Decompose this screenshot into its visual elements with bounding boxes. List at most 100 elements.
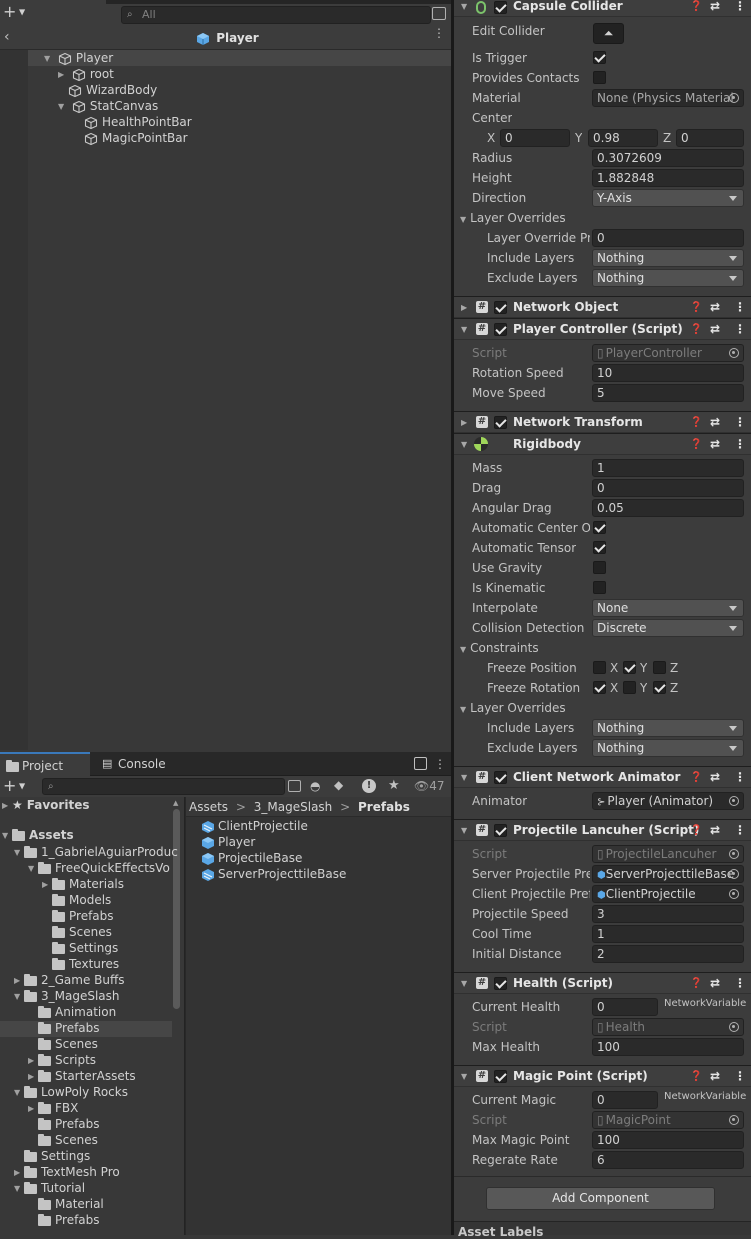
component-header-rigidbody[interactable]: ▼ Rigidbody ❓ ⇄ ⋮ [454, 433, 751, 455]
filter-type-icon[interactable]: ◓ [310, 779, 320, 793]
kebab-menu-icon[interactable]: ⋮ [434, 757, 446, 771]
kebab-menu-icon[interactable]: ⋮ [734, 1066, 746, 1087]
expand-arrow-icon[interactable]: ▶ [461, 412, 467, 433]
star-icon[interactable]: ★ [388, 778, 400, 793]
file-item[interactable]: ServerProjecttileBase [201, 866, 346, 882]
layer-override-priority-field[interactable]: 0 [592, 229, 744, 247]
client-prefab-field[interactable]: ⬢ClientProjectile [592, 885, 744, 903]
preset-icon[interactable]: ⇄ [710, 412, 720, 433]
include-layers-dropdown[interactable]: Nothing [592, 719, 744, 737]
rotation-speed-field[interactable]: 10 [592, 364, 744, 382]
collapse-arrow-icon[interactable]: ▼ [461, 820, 467, 841]
angular-drag-field[interactable]: 0.05 [592, 499, 744, 517]
help-icon[interactable]: ❓ [690, 434, 702, 455]
kebab-menu-icon[interactable]: ⋮ [734, 434, 746, 455]
help-icon[interactable]: ❓ [690, 820, 702, 841]
tree-item[interactable]: Models [52, 892, 111, 908]
expand-arrow-icon[interactable]: ▶ [58, 67, 68, 83]
file-item[interactable]: ProjectileBase [201, 850, 302, 866]
tree-item[interactable]: Animation [38, 1004, 116, 1020]
layer-overrides-foldout[interactable]: ▼ Layer Overrides [460, 210, 566, 226]
object-picker-icon[interactable] [729, 93, 739, 103]
initial-distance-field[interactable]: 2 [592, 945, 744, 963]
preset-icon[interactable]: ⇄ [710, 434, 720, 455]
exclude-layers-dropdown[interactable]: Nothing [592, 269, 744, 287]
back-arrow-icon[interactable]: ‹ [4, 29, 10, 45]
component-header-capsule-collider[interactable]: ▼ Capsule Collider ❓ ⇄ ⋮ [454, 0, 751, 17]
tree-item[interactable]: ▼ Tutorial [14, 1180, 85, 1196]
create-plus-button[interactable]: + ▼ [3, 778, 25, 795]
tree-item-assets[interactable]: ▼ Assets [2, 827, 74, 843]
max-health-field[interactable]: 100 [592, 1038, 744, 1056]
max-magic-point-field[interactable]: 100 [592, 1131, 744, 1149]
tree-item[interactable]: ▼ 1_GabrielAguiarProduc [14, 844, 178, 860]
tree-item[interactable]: Prefabs [52, 908, 114, 924]
label-tag-icon[interactable]: ◆ [334, 778, 343, 792]
help-icon[interactable]: ❓ [690, 767, 702, 788]
hierarchy-item-player[interactable]: ▼ Player [44, 50, 113, 66]
preset-icon[interactable]: ⇄ [710, 319, 720, 340]
cool-time-field[interactable]: 1 [592, 925, 744, 943]
preset-icon[interactable]: ⇄ [710, 0, 720, 17]
breadcrumb-item[interactable]: Prefabs [358, 800, 410, 814]
object-picker-icon[interactable] [729, 869, 739, 879]
provides-contacts-checkbox[interactable] [593, 71, 606, 84]
collision-detection-dropdown[interactable]: Discrete [592, 619, 744, 637]
tree-item[interactable]: Scenes [52, 924, 112, 940]
tree-item[interactable]: ▶ Materials [42, 876, 124, 892]
preset-icon[interactable]: ⇄ [710, 973, 720, 994]
tab-console[interactable]: ▤ Console [96, 752, 186, 776]
hierarchy-item-wizardbody[interactable]: WizardBody [68, 82, 157, 98]
kebab-menu-icon[interactable]: ⋮ [433, 27, 445, 39]
tree-item[interactable]: ▶ 2_Game Buffs [14, 972, 125, 988]
animator-field[interactable]: ⊱ Player (Animator) [592, 792, 744, 810]
use-gravity-checkbox[interactable] [593, 561, 606, 574]
collapse-arrow-icon[interactable]: ▼ [461, 319, 467, 340]
tree-item-selected[interactable]: Prefabs [38, 1020, 100, 1036]
kebab-menu-icon[interactable]: ⋮ [734, 412, 746, 433]
freeze-position-z-checkbox[interactable] [653, 661, 666, 674]
center-y-field[interactable]: 0.98 [588, 129, 658, 147]
scroll-up-icon[interactable]: ▲ [173, 799, 178, 807]
freeze-position-y-checkbox[interactable] [623, 661, 636, 674]
component-enabled-checkbox[interactable] [494, 1, 507, 14]
tree-item[interactable]: ▶ StarterAssets [28, 1068, 136, 1084]
tree-item[interactable]: ▶ TextMesh Pro [14, 1164, 120, 1180]
component-enabled-checkbox[interactable] [494, 416, 507, 429]
collapse-arrow-icon[interactable]: ▼ [461, 434, 467, 455]
file-item[interactable]: ClientProjectile [201, 818, 308, 834]
component-header-network-object[interactable]: ▶ # Network Object ❓ ⇄ ⋮ [454, 296, 751, 318]
freeze-rotation-x-checkbox[interactable] [593, 681, 606, 694]
expand-arrow-icon[interactable]: ▼ [58, 99, 68, 115]
hierarchy-item-root[interactable]: ▶ root [58, 66, 114, 82]
kebab-menu-icon[interactable]: ⋮ [734, 767, 746, 788]
help-icon[interactable]: ❓ [690, 319, 702, 340]
material-field[interactable]: None (Physics Material [592, 89, 744, 107]
warning-icon[interactable]: ! [362, 779, 376, 793]
move-speed-field[interactable]: 5 [592, 384, 744, 402]
component-header-magic-point[interactable]: ▼ # Magic Point (Script) ❓ ⇄ ⋮ [454, 1065, 751, 1087]
component-enabled-checkbox[interactable] [494, 771, 507, 784]
hierarchy-item-healthpointbar[interactable]: HealthPointBar [84, 114, 192, 130]
center-z-field[interactable]: 0 [676, 129, 744, 147]
auto-center-checkbox[interactable] [593, 521, 606, 534]
component-enabled-checkbox[interactable] [494, 323, 507, 336]
tree-item[interactable]: ▼ FreeQuickEffectsVo [28, 860, 170, 876]
edit-collider-button[interactable]: ⏶ [593, 23, 624, 44]
hidden-packages-toggle[interactable]: 👁47 [414, 778, 445, 794]
preset-icon[interactable]: ⇄ [710, 767, 720, 788]
include-layers-dropdown[interactable]: Nothing [592, 249, 744, 267]
lock-icon[interactable] [414, 757, 427, 770]
expand-arrow-icon[interactable]: ▼ [44, 51, 54, 67]
kebab-menu-icon[interactable]: ⋮ [734, 297, 746, 318]
preset-icon[interactable]: ⇄ [710, 297, 720, 318]
tree-item[interactable]: Scenes [38, 1132, 98, 1148]
current-health-field[interactable]: 0 [592, 998, 658, 1016]
projectile-speed-field[interactable]: 3 [592, 905, 744, 923]
tree-item[interactable]: ▼ 3_MageSlash [14, 988, 120, 1004]
scrollbar[interactable] [173, 809, 180, 1009]
kebab-menu-icon[interactable]: ⋮ [734, 820, 746, 841]
create-plus-button[interactable]: + ▼ [3, 4, 29, 21]
direction-dropdown[interactable]: Y-Axis [592, 189, 744, 207]
layer-overrides-foldout[interactable]: ▼ Layer Overrides [460, 700, 566, 716]
